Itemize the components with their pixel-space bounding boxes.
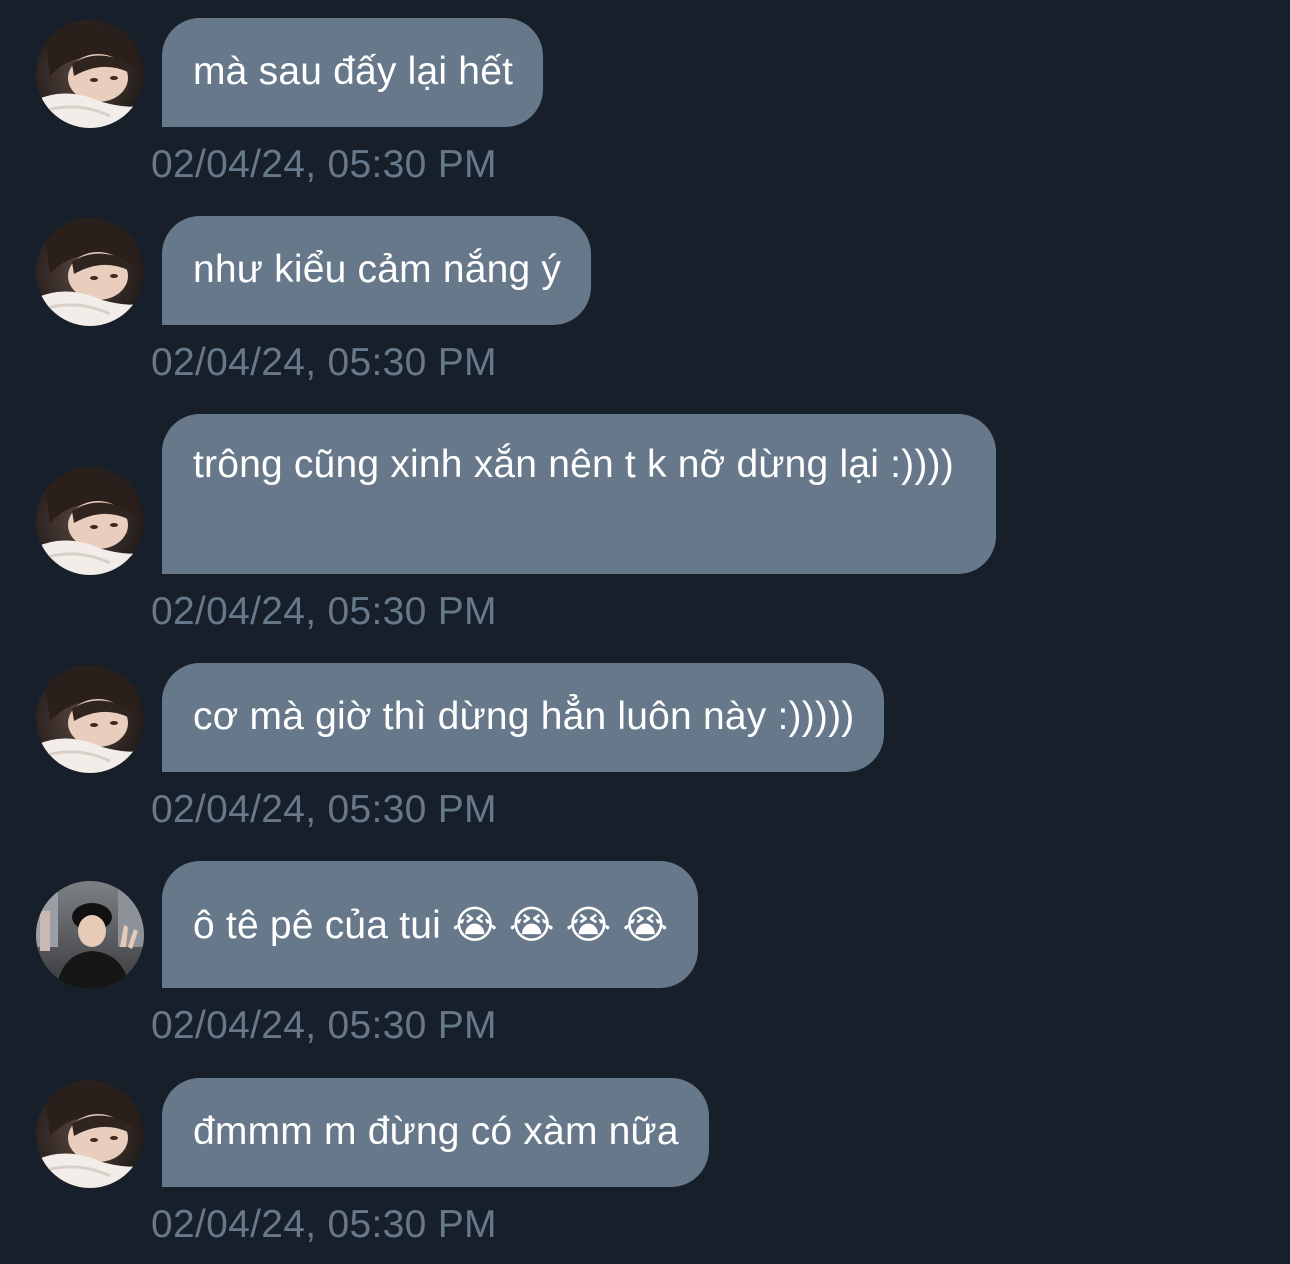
message-timestamp: 02/04/24, 05:30 PM xyxy=(151,590,497,633)
avatar-image xyxy=(36,467,144,575)
avatar-image xyxy=(36,1080,144,1188)
avatar-image xyxy=(36,20,144,128)
avatar-image xyxy=(36,665,144,773)
avatar-image xyxy=(36,881,144,989)
avatar[interactable] xyxy=(36,20,144,128)
message-bubble[interactable]: ô tê pê của tui 😭 😭 😭 😭 xyxy=(162,861,699,988)
message-bubble[interactable]: trông cũng xinh xắn nên t k nỡ dừng lại … xyxy=(162,414,996,574)
message-timestamp: 02/04/24, 05:30 PM xyxy=(151,788,497,831)
avatar-image xyxy=(36,218,144,326)
avatar[interactable] xyxy=(36,881,144,989)
avatar[interactable] xyxy=(36,665,144,773)
message-timestamp: 02/04/24, 05:30 PM xyxy=(151,1004,497,1047)
avatar[interactable] xyxy=(36,1080,144,1188)
message-timestamp: 02/04/24, 05:30 PM xyxy=(151,341,497,384)
message-bubble[interactable]: cơ mà giờ thì dừng hẳn luôn này :))))) xyxy=(162,663,885,772)
avatar[interactable] xyxy=(36,218,144,326)
message-bubble[interactable]: mà sau đấy lại hết xyxy=(162,18,544,127)
message-timestamp: 02/04/24, 05:30 PM xyxy=(151,1203,497,1246)
message-timestamp: 02/04/24, 05:30 PM xyxy=(151,143,497,186)
message-bubble[interactable]: đmmm m đừng có xàm nữa xyxy=(162,1078,709,1187)
avatar[interactable] xyxy=(36,467,144,575)
message-bubble[interactable]: như kiểu cảm nắng ý xyxy=(162,216,592,325)
